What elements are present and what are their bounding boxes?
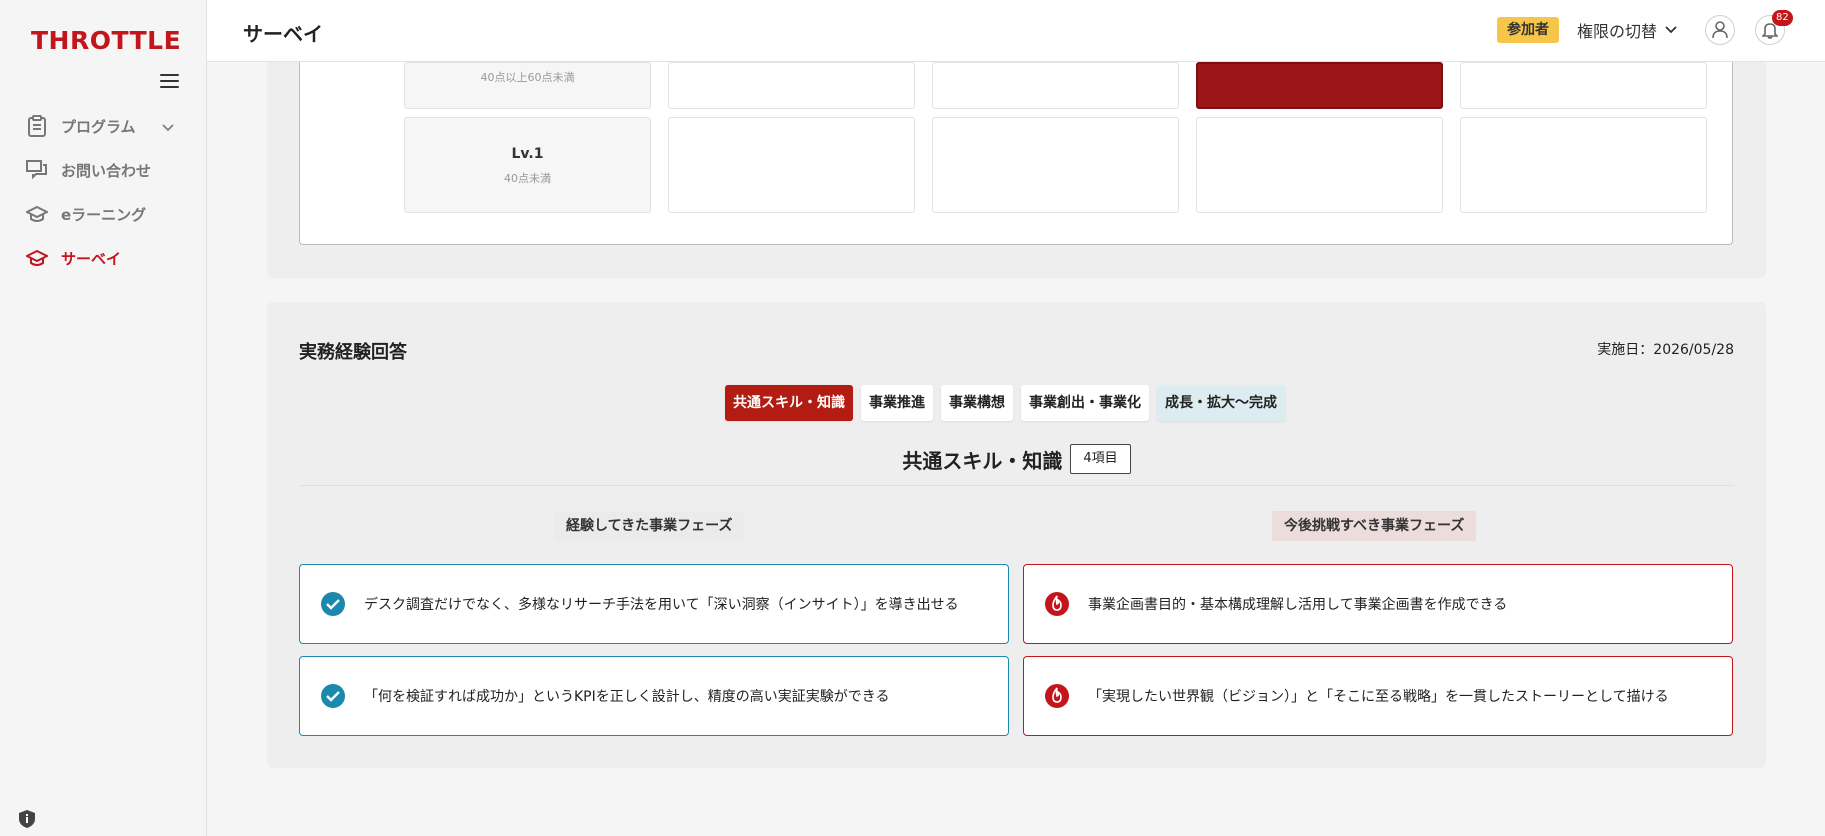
sidebar-item-label: eラーニング	[61, 205, 147, 224]
skill-matrix-card: 40点以上60点未満 Lv.1 40点未満	[267, 62, 1766, 278]
matrix-cell	[668, 62, 915, 109]
challenge-column-title: 今後挑戦すべき事業フェーズ	[1272, 511, 1477, 541]
matrix-cell	[668, 117, 915, 213]
chat-icon	[25, 158, 49, 182]
tab-common-skills[interactable]: 共通スキル・知識	[725, 385, 853, 421]
experienced-item-text: 「何を検証すれば成功か」というKPIを正しく設計し、精度の高い実証実験ができる	[364, 689, 890, 705]
top-header: サーベイ 参加者 権限の切替 82	[207, 0, 1825, 62]
sidebar: THROTTLE プログラム お問い合わせ eラーニング サーベイ	[0, 0, 207, 836]
matrix-cell	[1196, 117, 1443, 213]
app: THROTTLE プログラム お問い合わせ eラーニング サーベイ サーベイ 参…	[0, 0, 1825, 836]
matrix-cell	[932, 62, 1179, 109]
level-title: Lv.1	[511, 146, 544, 162]
tab-business-concept[interactable]: 事業構想	[941, 385, 1013, 421]
level-range: 40点以上60点未満	[480, 71, 575, 84]
notification-count-badge: 82	[1772, 10, 1793, 26]
user-menu-button[interactable]	[1705, 15, 1735, 45]
user-icon	[1712, 21, 1728, 39]
shield-icon[interactable]	[18, 809, 36, 833]
section-title: 実務経験回答	[299, 342, 407, 363]
role-switch-label: 権限の切替	[1577, 22, 1658, 41]
matrix-row-label: Lv.1 40点未満	[404, 117, 651, 213]
sidebar-item-contact[interactable]: お問い合わせ	[0, 148, 206, 192]
matrix-cell-selected	[1196, 62, 1443, 109]
divider	[299, 485, 1734, 486]
graduation-cap-icon	[25, 246, 49, 270]
tab-business-promotion[interactable]: 事業推進	[861, 385, 933, 421]
tab-business-creation[interactable]: 事業創出・事業化	[1021, 385, 1149, 421]
page-title: サーベイ	[243, 22, 323, 46]
sidebar-item-elearning[interactable]: eラーニング	[0, 192, 206, 236]
challenge-item-text: 事業企画書目的・基本構成理解し活用して事業企画書を作成できる	[1088, 597, 1508, 613]
subsection-header: 共通スキル・知識 4項目	[267, 444, 1766, 474]
sidebar-item-survey[interactable]: サーベイ	[0, 236, 206, 280]
item-count-badge: 4項目	[1070, 444, 1131, 474]
experienced-item: デスク調査だけでなく、多様なリサーチ手法を用いて「深い洞察（インサイト）」を導き…	[299, 564, 1009, 644]
sidebar-nav: プログラム お問い合わせ eラーニング サーベイ	[0, 104, 206, 280]
logo-text: THROTTLE	[31, 25, 182, 55]
logo[interactable]: THROTTLE	[31, 22, 181, 58]
matrix-cell	[1460, 117, 1707, 213]
sidebar-item-label: プログラム	[61, 117, 136, 136]
skill-matrix: 40点以上60点未満 Lv.1 40点未満	[299, 62, 1733, 245]
challenge-item: 事業企画書目的・基本構成理解し活用して事業企画書を作成できる	[1023, 564, 1733, 644]
experience-card: 実務経験回答 実施日：2026/05/28 共通スキル・知識 事業推進 事業構想…	[267, 302, 1766, 768]
matrix-cell	[1460, 62, 1707, 109]
sidebar-item-label: サーベイ	[61, 249, 122, 268]
check-circle-icon	[320, 591, 346, 617]
experienced-item: 「何を検証すれば成功か」というKPIを正しく設計し、精度の高い実証実験ができる	[299, 656, 1009, 736]
role-switch-dropdown[interactable]: 権限の切替	[1577, 18, 1677, 42]
level-range: 40点未満	[504, 172, 551, 185]
matrix-row-label: 40点以上60点未満	[404, 62, 651, 109]
flame-icon	[1044, 683, 1070, 709]
chevron-down-icon	[162, 117, 174, 136]
chevron-down-icon	[1665, 26, 1677, 34]
challenge-item: 「実現したい世界観（ビジョン）」と「そこに至る戦略」を一貫したストーリーとして描…	[1023, 656, 1733, 736]
role-badge: 参加者	[1497, 17, 1559, 43]
phase-tabs: 共通スキル・知識 事業推進 事業構想 事業創出・事業化 成長・拡大〜完成	[725, 385, 1293, 421]
clipboard-icon	[25, 114, 49, 138]
tab-growth-expansion[interactable]: 成長・拡大〜完成	[1157, 385, 1285, 421]
menu-toggle-icon[interactable]	[160, 74, 179, 88]
flame-icon	[1044, 591, 1070, 617]
subsection-title: 共通スキル・知識	[902, 448, 1063, 473]
experienced-item-text: デスク調査だけでなく、多様なリサーチ手法を用いて「深い洞察（インサイト）」を導き…	[364, 597, 959, 613]
sidebar-item-program[interactable]: プログラム	[0, 104, 206, 148]
matrix-cell	[932, 117, 1179, 213]
graduation-cap-icon	[25, 202, 49, 226]
challenge-item-text: 「実現したい世界観（ビジョン）」と「そこに至る戦略」を一貫したストーリーとして描…	[1088, 689, 1669, 705]
experienced-column-title: 経験してきた事業フェーズ	[554, 511, 745, 541]
check-circle-icon	[320, 683, 346, 709]
survey-date: 実施日：2026/05/28	[1597, 342, 1734, 358]
sidebar-item-label: お問い合わせ	[61, 161, 152, 180]
